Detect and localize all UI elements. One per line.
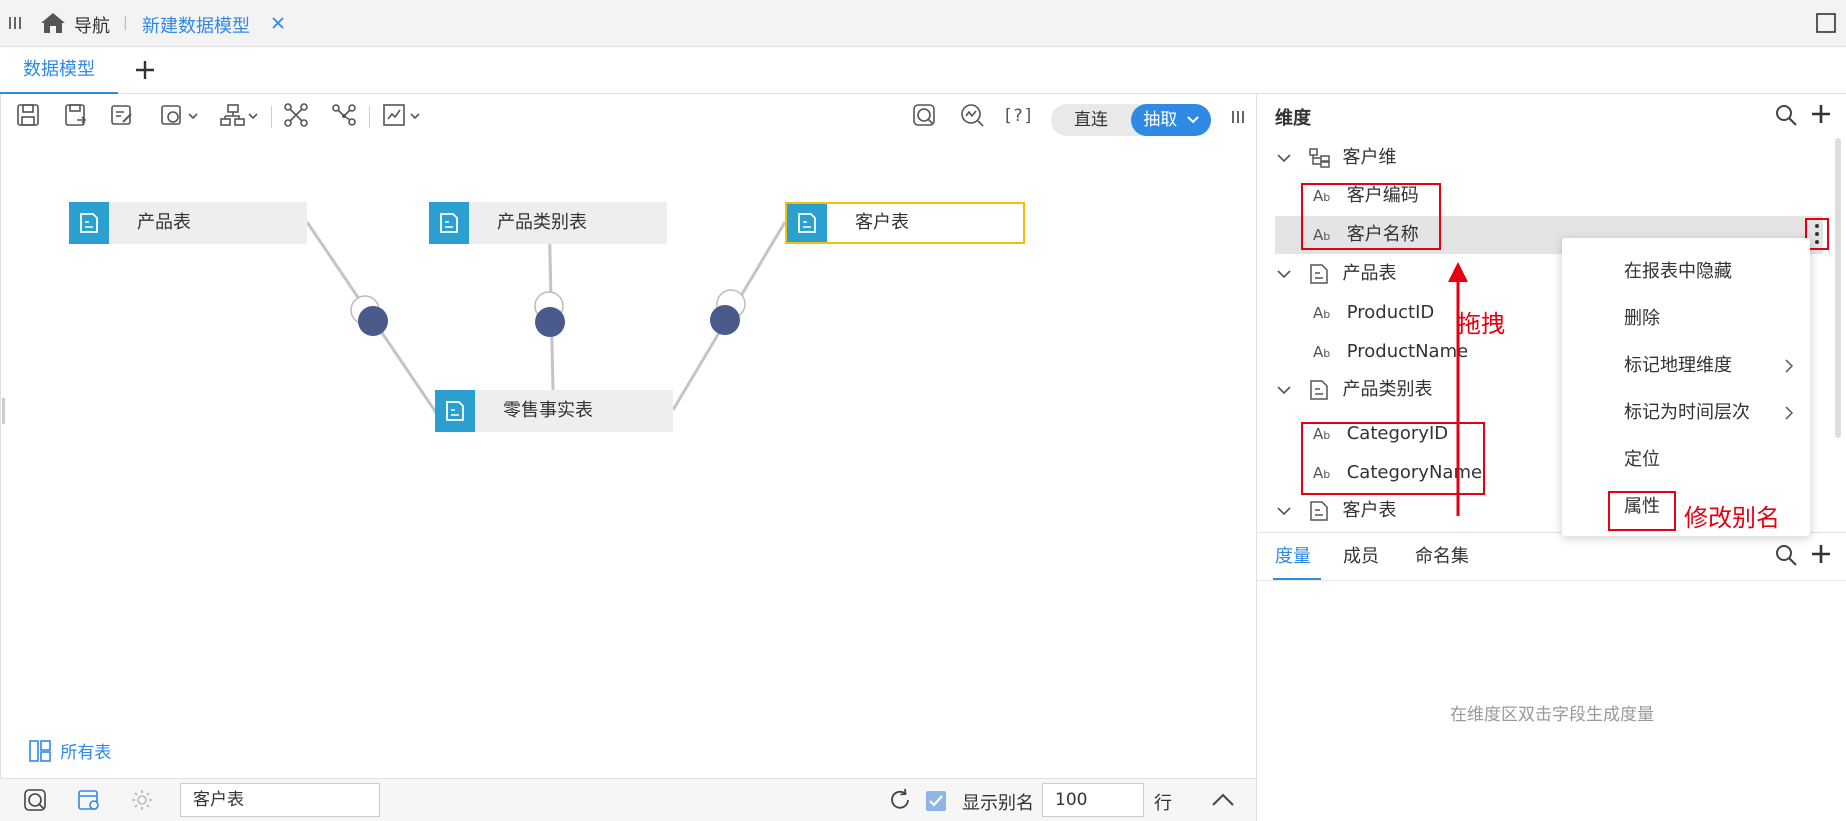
join-lines [305, 209, 787, 415]
show-alias-checkbox[interactable] [926, 791, 946, 811]
chevron-right-icon [1784, 389, 1794, 436]
tree-group-label: 产品表 [1342, 263, 1397, 284]
join-dot[interactable] [710, 305, 740, 335]
top-separator: | [123, 15, 128, 31]
table-settings-icon[interactable] [76, 787, 102, 813]
node-label: 客户表 [855, 212, 909, 233]
context-menu: 在报表中隐藏 删除 标记地理维度 标记为时间层次 定位 属性 [1562, 238, 1810, 536]
rows-unit-label: 行 [1154, 793, 1172, 814]
menu-item-time-hierarchy[interactable]: 标记为时间层次 [1562, 389, 1810, 436]
menu-item-label: 标记地理维度 [1624, 355, 1732, 376]
menu-item-geo-dimension[interactable]: 标记地理维度 [1562, 342, 1810, 389]
search-icon[interactable] [1775, 104, 1797, 126]
table-icon [1309, 500, 1337, 522]
annotation-drag-label: 拖拽 [1457, 310, 1505, 338]
text-field-icon: Ab [1313, 343, 1331, 361]
join-dot[interactable] [358, 306, 388, 336]
menu-item-label: 标记为时间层次 [1624, 402, 1750, 423]
chevron-down-icon [1277, 506, 1295, 516]
add-dimension-icon[interactable] [1811, 104, 1831, 124]
table-node-product[interactable]: 产品表 [69, 202, 307, 244]
all-tables-link[interactable]: 所有表 [29, 738, 111, 763]
dimension-title: 维度 [1275, 108, 1311, 129]
chevron-down-icon [1277, 385, 1295, 395]
annotation-rename-label: 修改别名 [1684, 504, 1780, 532]
table-node-category[interactable]: 产品类别表 [429, 202, 667, 244]
refresh-icon[interactable] [888, 788, 912, 812]
annotation-box-customer-fields [1301, 183, 1441, 250]
table-icon [1309, 263, 1337, 285]
row-count-field[interactable]: 100 [1042, 783, 1144, 817]
node-label: 产品表 [137, 212, 191, 233]
menu-item-locate[interactable]: 定位 [1562, 436, 1810, 483]
menu-item-hide-in-report[interactable]: 在报表中隐藏 [1562, 248, 1810, 295]
menu-grip-icon[interactable] [8, 15, 22, 31]
table-node-fact[interactable]: 零售事实表 [435, 390, 673, 432]
menu-item-delete[interactable]: 删除 [1562, 295, 1810, 342]
chevron-down-icon [1277, 269, 1295, 279]
drag-arrow [1448, 262, 1468, 516]
tree-field-label: ProductID [1346, 302, 1435, 323]
node-label: 零售事实表 [503, 400, 593, 421]
table-icon [787, 204, 827, 242]
all-tables-label: 所有表 [60, 743, 112, 763]
tree-group-label: 产品类别表 [1342, 379, 1433, 400]
model-canvas[interactable]: [?] 直连 抽取 产品表 产品类别表 客户表 零售事实表 所有表 [0, 94, 1256, 778]
table-name-field[interactable]: 客户表 [180, 783, 380, 817]
tab-member[interactable]: 成员 [1343, 542, 1379, 568]
table-node-customer[interactable]: 客户表 [785, 202, 1025, 244]
join-dot[interactable] [535, 307, 565, 337]
tree-group-label: 客户表 [1342, 500, 1397, 521]
table-icon [435, 390, 475, 432]
search-icon[interactable] [1775, 544, 1797, 566]
preview-icon[interactable] [22, 787, 48, 813]
add-measure-icon[interactable] [1811, 544, 1831, 564]
text-field-icon: Ab [1313, 304, 1331, 322]
tree-group-product[interactable]: 产品表 [1277, 254, 1396, 293]
top-bar: 导航 | 新建数据模型 [0, 0, 1846, 47]
tab-named-set[interactable]: 命名集 [1415, 542, 1469, 568]
tree-group-customer-table[interactable]: 客户表 [1277, 491, 1396, 530]
gear-icon[interactable] [130, 788, 154, 812]
node-label: 产品类别表 [497, 212, 587, 233]
tree-field-product-id[interactable]: Ab ProductID [1313, 293, 1434, 332]
chevron-right-icon [1784, 342, 1794, 389]
tab-measure[interactable]: 度量 [1275, 542, 1311, 568]
table-icon [69, 202, 109, 244]
chevron-up-icon[interactable] [1212, 793, 1234, 807]
left-resize-handle[interactable] [2, 398, 5, 424]
show-alias-label: 显示别名 [962, 793, 1034, 814]
tree-group-category[interactable]: 产品类别表 [1277, 370, 1432, 409]
dimension-scrollbar[interactable] [1835, 138, 1841, 438]
table-icon [429, 202, 469, 244]
nav-label[interactable]: 导航 [74, 12, 110, 38]
home-icon[interactable] [40, 11, 66, 35]
measure-empty-hint: 在维度区双击字段生成度量 [1450, 705, 1654, 725]
add-tab-icon[interactable] [135, 60, 155, 80]
doc-tab-label[interactable]: 新建数据模型 [142, 12, 250, 38]
table-icon [1309, 379, 1337, 401]
tab-data-model[interactable]: 数据模型 [0, 47, 118, 94]
annotation-box-properties [1608, 491, 1676, 531]
close-tab-icon[interactable] [272, 17, 284, 29]
bottom-bar: 客户表 显示别名 100 行 [0, 778, 1256, 821]
layout-panel-icon [29, 739, 51, 762]
tree-group-customer-dim[interactable]: 客户维 [1277, 138, 1396, 177]
tree-group-label: 客户维 [1342, 147, 1397, 168]
maximize-icon[interactable] [1816, 13, 1836, 33]
hierarchy-icon [1308, 148, 1337, 168]
tab-row: 数据模型 [0, 47, 1846, 94]
tab-divider [1257, 580, 1846, 581]
chevron-down-icon [1277, 153, 1295, 163]
